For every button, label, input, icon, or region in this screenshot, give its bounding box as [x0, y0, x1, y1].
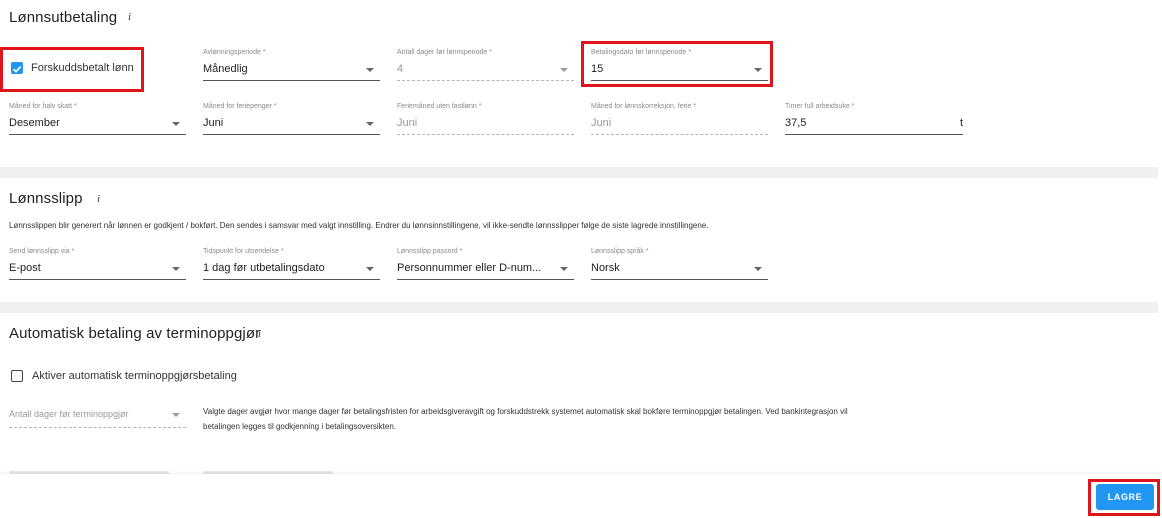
underline [397, 134, 574, 135]
field-label: Avlønningsperiode * [203, 49, 266, 56]
dropdown-arrow-icon [172, 413, 180, 417]
underline [591, 134, 768, 135]
field-value: Juni [203, 117, 224, 129]
underline [9, 279, 186, 280]
info-icon[interactable]: i [128, 11, 131, 23]
info-icon[interactable]: i [258, 328, 261, 340]
underline [203, 279, 380, 280]
field-value: E-post [9, 262, 41, 274]
underline [591, 279, 768, 280]
section-divider [0, 302, 1158, 313]
section-title-lonnsslipp: Lønnsslipp [9, 190, 83, 207]
passord-select[interactable]: Lønnsslipp passord * Personnummer eller … [397, 248, 574, 282]
field-label: Måned for lønnskorreksjon, ferie * [591, 103, 697, 110]
field-value: 1 dag før utbetalingsdato [203, 262, 325, 274]
info-icon[interactable]: i [97, 193, 100, 205]
field-placeholder: Antall dager før terminoppgjør [9, 409, 129, 419]
lonnsslipp-description: Lønnsslippen blir generert når lønnen er… [9, 221, 709, 230]
antall-dager-terminoppgjor-select: Antall dager før terminoppgjør [9, 397, 186, 431]
highlight-box [0, 47, 144, 92]
underline [397, 80, 574, 81]
dropdown-arrow-icon [172, 267, 180, 271]
field-label: Lønnsslipp passord * [397, 248, 463, 255]
feriepenger-select[interactable]: Måned for feriepenger * Juni [203, 103, 380, 137]
dropdown-arrow-icon [754, 267, 762, 271]
field-value: Juni [591, 117, 612, 129]
field-label: Tidspunkt for utsendelse * [203, 248, 284, 255]
field-value: 4 [397, 63, 404, 75]
halv-skatt-select[interactable]: Måned for halv skatt * Desember [9, 103, 186, 137]
underline [9, 427, 186, 428]
send-via-select[interactable]: Send lønnsslipp via * E-post [9, 248, 186, 282]
field-value: Norsk [591, 262, 620, 274]
field-label: Måned for halv skatt * [9, 103, 77, 110]
tidspunkt-select[interactable]: Tidspunkt for utsendelse * 1 dag før utb… [203, 248, 380, 282]
dropdown-arrow-icon [172, 122, 180, 126]
field-label: Antall dager før lønnsperiode * [397, 49, 492, 56]
highlight-box [1088, 479, 1160, 516]
field-label: Timer full arbeidsuke * [785, 103, 855, 110]
description-line: Valgte dager avgjør hvor mange dager før… [203, 407, 848, 416]
feriemaned-select: Feriemåned uten fastlønn * Juni [397, 103, 574, 137]
checkbox-label: Aktiver automatisk terminoppgjørsbetalin… [32, 370, 237, 382]
field-value: 37,5 [785, 117, 807, 129]
dropdown-arrow-icon [366, 122, 374, 126]
field-label: Måned for feriepenger * [203, 103, 277, 110]
avlonningsperiode-select[interactable]: Avlønningsperiode * Månedlig [203, 49, 380, 83]
lonnskorreksjon-select: Måned for lønnskorreksjon, ferie * Juni [591, 103, 768, 137]
highlight-box [581, 41, 773, 87]
footer-bar [0, 474, 1162, 518]
terminoppgjor-description: Valgte dager avgjør hvor mange dager før… [203, 404, 848, 434]
field-label: Feriemåned uten fastlønn * [397, 103, 482, 110]
unit-suffix: t [959, 117, 963, 129]
timer-arbeidsuke-input[interactable]: Timer full arbeidsuke * 37,5 t [785, 103, 963, 137]
dropdown-arrow-icon [366, 267, 374, 271]
underline [203, 80, 380, 81]
section-title-lonnsutbetaling: Lønnsutbetaling [9, 9, 118, 26]
underline [785, 134, 963, 135]
underline [397, 279, 574, 280]
field-value: Personnummer eller D-num... [397, 262, 542, 274]
dropdown-arrow-icon [560, 68, 568, 72]
field-value: Desember [9, 117, 60, 129]
checkbox-unchecked-icon[interactable] [11, 370, 23, 382]
field-label: Lønnsslipp språk * [591, 248, 649, 255]
section-title-terminoppgjor: Automatisk betaling av terminoppgjør [9, 325, 261, 342]
dropdown-arrow-icon [560, 267, 568, 271]
dropdown-arrow-icon [366, 68, 374, 72]
description-line: betalingen legges til godkjenning i beta… [203, 422, 397, 431]
field-label: Send lønnsslipp via * [9, 248, 75, 255]
sprak-select[interactable]: Lønnsslipp språk * Norsk [591, 248, 768, 282]
underline [203, 134, 380, 135]
antall-dager-select: Antall dager før lønnsperiode * 4 [397, 49, 574, 83]
field-value: Juni [397, 117, 418, 129]
field-value: Månedlig [203, 63, 248, 75]
terminoppgjor-checkbox[interactable]: Aktiver automatisk terminoppgjørsbetalin… [10, 366, 250, 386]
section-divider [0, 167, 1158, 178]
underline [9, 134, 186, 135]
